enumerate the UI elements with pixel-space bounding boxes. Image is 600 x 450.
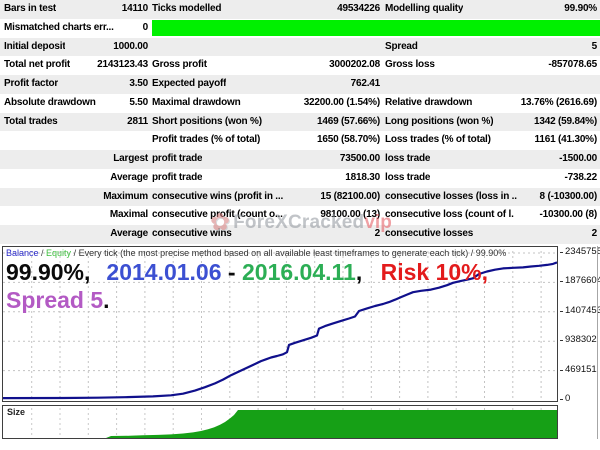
table-row: Profit factor 3.50 Expected payoff 762.41 <box>0 75 600 94</box>
text-segment: . <box>103 287 110 313</box>
size-bars <box>31 408 557 438</box>
text-segment: 2016.04.11 <box>241 259 356 285</box>
y-axis-label: 1876604 <box>560 275 600 287</box>
table-row: Mismatched charts err... 0 <box>0 19 600 38</box>
text-segment: Risk 10%, <box>380 259 489 285</box>
table-row: Profit trades (% of total) 1650 (58.70%) L… <box>0 131 600 150</box>
stat-value: -1500.00 <box>559 153 597 165</box>
stat-value: 15 (82100.00) <box>320 190 380 202</box>
stat-value: -857078.65 <box>548 59 597 71</box>
y-axis-label: 1407453 <box>560 304 600 316</box>
stat-value: 0 <box>142 21 149 33</box>
size-label: Size <box>7 407 26 417</box>
chart-annotation: 99.90%, 2014.01.06 - 2016.04.11, Risk 10%… <box>6 258 556 314</box>
table-row: Average profit trade 1818.30 loss trade -738… <box>0 169 600 188</box>
text-segment: Spread 5 <box>6 287 104 313</box>
stat-value: 13.76% (2616.69) <box>520 96 598 108</box>
text-segment: , <box>355 259 369 285</box>
stat-value: 49534226 <box>337 3 380 14</box>
pinwheel-logo-icon: ✿ <box>210 209 231 236</box>
stat-value: 3000202.08 <box>329 59 380 71</box>
stat-value: 1000.00 <box>113 40 148 52</box>
y-axis-labels: 2345755 1876604 1407453 938302 469151 0 <box>559 246 600 406</box>
stat-value: 5 <box>591 40 598 52</box>
text-segment: / <box>38 248 47 258</box>
y-axis-label: 938302 <box>560 334 597 346</box>
right-edge-divider <box>597 246 598 439</box>
stat-value: 32200.00 (1.54%) <box>303 96 381 108</box>
table-row: Absolute drawdown 5.50 Maximal drawdown 322… <box>0 94 600 113</box>
stat-value: 1161 (41.30%) <box>534 134 598 146</box>
watermark-suffix: vip <box>364 212 392 233</box>
stat-value: 1818.30 <box>345 171 380 183</box>
stat-value: Largest <box>113 153 148 165</box>
stat-value: 14110 <box>121 3 148 14</box>
text-segment: Equity <box>46 248 72 258</box>
stat-value: -738.22 <box>564 171 597 183</box>
stat-value: 2811 <box>127 115 148 127</box>
stat-value: 2 <box>591 228 598 240</box>
modelling-quality-bar <box>152 19 600 36</box>
stat-value: Average <box>110 171 148 183</box>
report-table: Bars in test 14110 Ticks modelled 49534226 M… <box>0 0 600 244</box>
watermark-text: ForeXCracked <box>233 212 365 233</box>
stat-value: -10300.00 (8) <box>539 209 598 221</box>
table-row: Largest profit trade 73500.00 loss trade -15… <box>0 150 600 169</box>
table-row: Maximum consecutive wins (profit in ... 15… <box>0 187 600 207</box>
stat-value: 73500.00 <box>339 153 380 165</box>
table-row: Total trades 2811 Short positions (won %) 1… <box>0 112 600 132</box>
y-axis-label: 469151 <box>560 363 597 375</box>
size-chart-panel: Size <box>2 405 558 439</box>
balance-chart-panel: Balance / Equity / Every tick (the most … <box>2 246 558 402</box>
backtest-report: Bars in test 14110 Ticks modelled 49534226 M… <box>0 0 600 450</box>
text-segment: 2014.01.06 <box>106 259 222 285</box>
watermark: ✿ ForeXCracked vip <box>210 211 392 235</box>
stat-value: 2143123.43 <box>97 59 148 71</box>
stat-value: 1650 (58.70%) <box>316 134 380 146</box>
table-row: Bars in test 14110 Ticks modelled 49534226 M… <box>0 0 600 19</box>
stat-value: 5.50 <box>129 96 148 108</box>
table-row: Initial deposit 1000.00 Spread 5 <box>0 37 600 57</box>
stat-value: Maximum <box>103 190 148 202</box>
table-row: Total net profit 2143123.43 Gross profit 30… <box>0 56 600 75</box>
text-segment: - <box>221 259 242 285</box>
y-axis-label: 2345755 <box>560 246 600 257</box>
stat-value: 8 (-10300.00) <box>539 190 598 202</box>
text-segment: 99.90%, <box>6 259 91 285</box>
stat-value: Average <box>110 228 148 240</box>
stat-value: 3.50 <box>129 78 148 90</box>
stat-value: 1469 (57.66%) <box>316 115 380 127</box>
stat-value: 1342 (59.84%) <box>533 115 597 127</box>
y-axis-label: 0 <box>559 393 571 404</box>
text-segment: Balance <box>6 248 39 258</box>
stat-value: 762.41 <box>350 78 381 90</box>
stat-value: 99.90% <box>564 3 597 14</box>
text-segment: / Every tick (the most precise method ba… <box>71 248 507 258</box>
stat-value: Maximal <box>109 209 148 221</box>
